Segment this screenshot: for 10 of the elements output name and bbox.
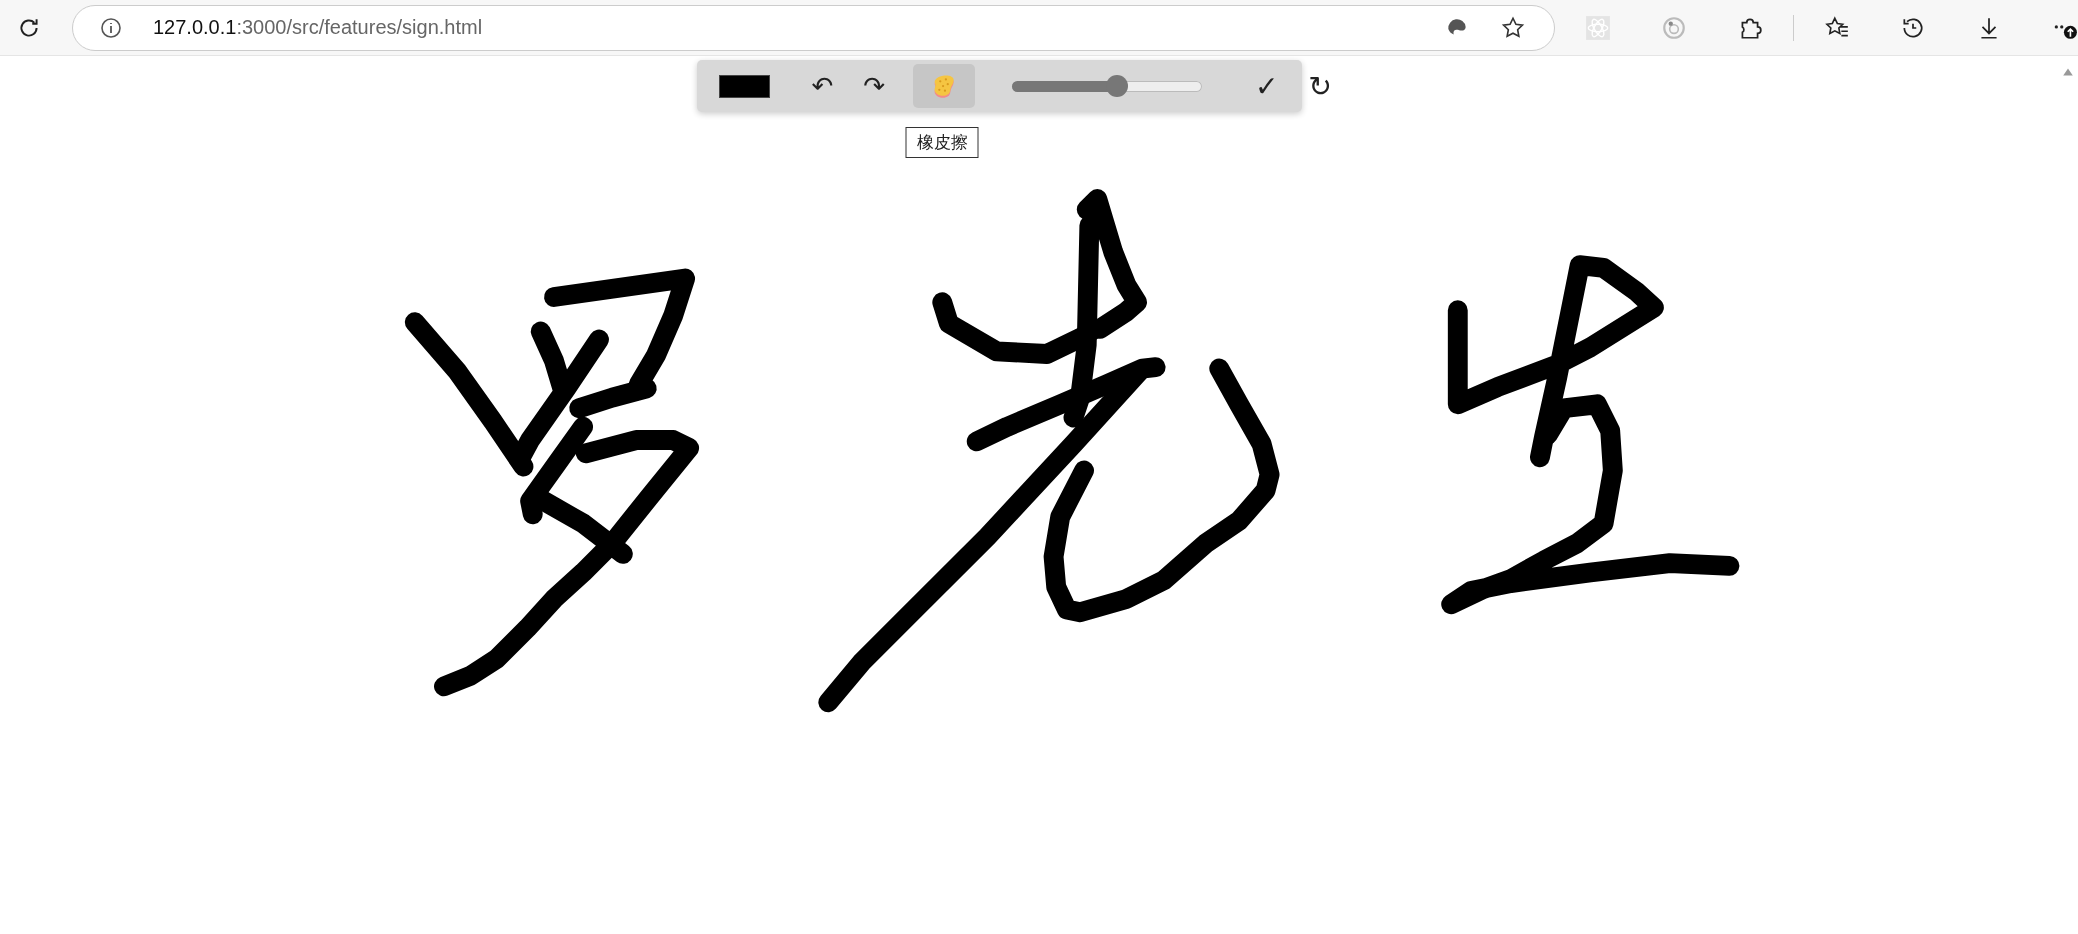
tooltip: 橡皮擦 — [905, 127, 979, 158]
address-bar[interactable]: 127.0.0.1:3000/src/features/sign.html — [72, 4, 1555, 51]
url-text: 127.0.0.1:3000/src/features/sign.html — [153, 16, 483, 39]
action-button[interactable]: ✓ — [1253, 69, 1281, 103]
action-button[interactable]: ↻ — [1306, 69, 1335, 103]
history-button[interactable]: ↶ — [809, 71, 836, 101]
history-button[interactable]: ↷ — [861, 71, 888, 101]
color-swatch[interactable] — [718, 74, 770, 98]
scroll-up-icon[interactable] — [2062, 66, 2074, 78]
info-icon[interactable] — [99, 15, 123, 40]
